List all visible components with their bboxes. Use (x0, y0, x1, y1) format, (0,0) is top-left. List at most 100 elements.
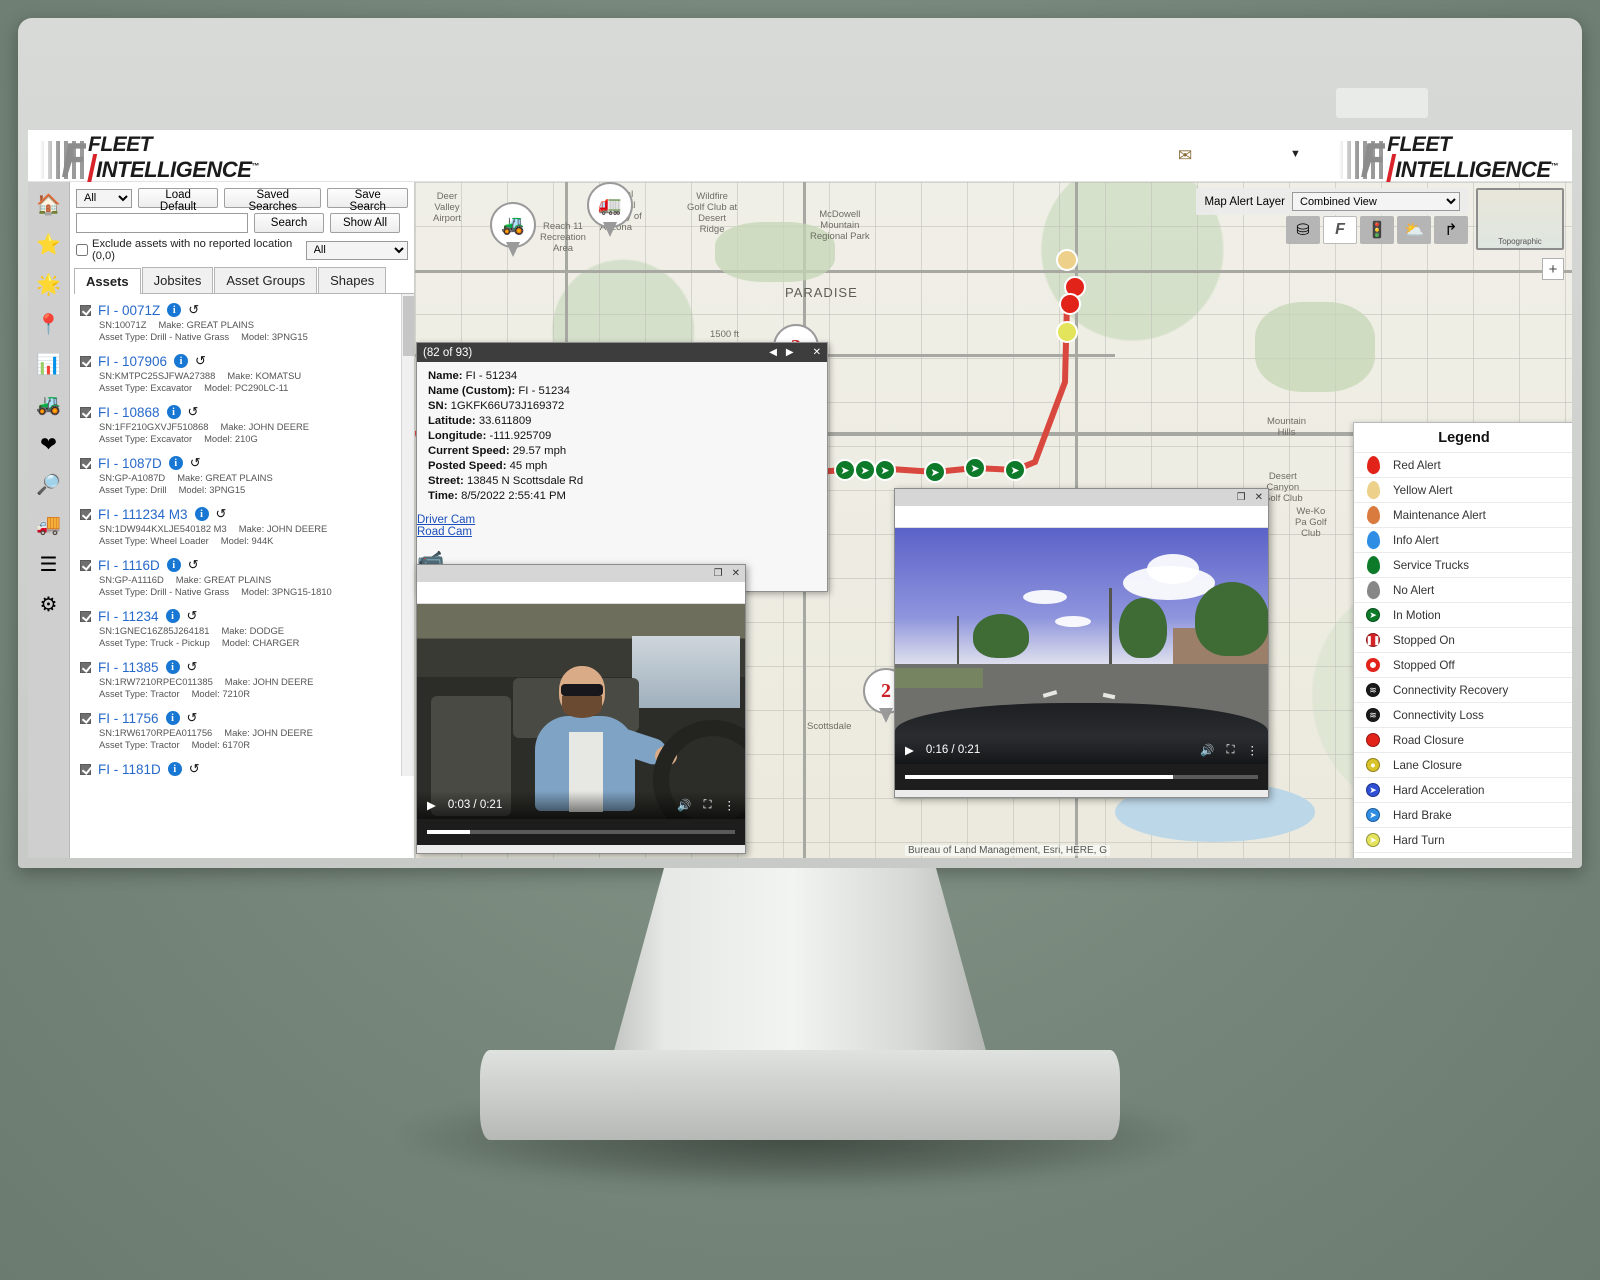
direction-arrow-marker[interactable]: ➤ (874, 459, 896, 481)
list-item[interactable]: FI - 0071Z i ↺ SN:10071Z Make: GREAT PLAINS A… (80, 302, 414, 342)
asset-list-scrollbar[interactable] (401, 294, 414, 776)
tab-jobsites[interactable]: Jobsites (141, 267, 214, 293)
driver-cam-restore-button[interactable]: ❐ (714, 568, 723, 579)
driver-cam-track[interactable] (427, 830, 735, 834)
history-icon[interactable]: ↺ (187, 608, 198, 624)
history-icon[interactable]: ↺ (187, 710, 198, 726)
exclude-no-location-checkbox[interactable] (76, 244, 88, 256)
road-cam-more-icon[interactable]: ⋮ (1247, 743, 1259, 757)
asset-name-link[interactable]: FI - 111234 M3 (98, 507, 188, 522)
envelope-icon[interactable]: ✉ (1178, 146, 1192, 166)
road-cam-close-button[interactable]: ✕ (1255, 492, 1263, 503)
list-item[interactable]: FI - 11385 i ↺ SN:1RW7210RPEC011385 Make: JO… (80, 659, 414, 699)
map-zoom-in-button[interactable]: + (1542, 258, 1564, 280)
map-alert-layer-select[interactable]: Combined View (1292, 192, 1460, 211)
driver-cam-play-button[interactable]: ▶ (427, 798, 436, 812)
direction-arrow-marker[interactable]: ➤ (924, 461, 946, 483)
list-item[interactable]: FI - 11234 i ↺ SN:1GNEC16Z85J264181 Make: DO… (80, 608, 414, 648)
asset-checkbox[interactable] (80, 457, 91, 469)
report-icon[interactable]: 📊 (35, 350, 63, 378)
asset-checkbox[interactable] (80, 304, 91, 316)
driver-cam-video[interactable]: ▶ 0:03 / 0:21 🔊 ⛶ ⋮ (417, 604, 745, 819)
bulldozer-icon[interactable]: 🚜 (35, 390, 63, 418)
info-icon[interactable]: i (165, 609, 180, 623)
history-icon[interactable]: ↺ (189, 761, 200, 776)
info-icon[interactable]: i (166, 405, 181, 419)
home-icon[interactable]: 🏠 (35, 190, 63, 218)
road-cam-controls[interactable]: ▶ 0:16 / 0:21 🔊 ⛶ ⋮ (895, 736, 1268, 764)
asset-checkbox[interactable] (80, 559, 91, 571)
driver-cam-close-button[interactable]: ✕ (732, 568, 740, 579)
driver-cam-volume-icon[interactable]: 🔊 (677, 798, 691, 812)
popup-prev-button[interactable]: ◀ (769, 347, 777, 358)
tab-shapes[interactable]: Shapes (318, 267, 387, 293)
asset-name-link[interactable]: FI - 1181D (98, 762, 161, 777)
heart-health-icon[interactable]: ❤ (35, 430, 63, 458)
road-cam-link[interactable]: Road Cam (417, 526, 827, 538)
history-icon[interactable]: ↺ (188, 302, 199, 318)
location-filter-select[interactable]: All (305, 240, 408, 260)
save-search-button[interactable]: Save Search (327, 188, 408, 213)
list-item[interactable]: FI - 1087D i ↺ SN:GP-A1087D Make: GREAT PLAI… (80, 455, 414, 495)
list-item[interactable]: FI - 111234 M3 i ↺ SN:1DW944KXLJE540182 M3 M… (80, 506, 414, 546)
history-icon[interactable]: ↺ (188, 404, 199, 420)
star-list-icon[interactable]: 🌟 (35, 270, 63, 298)
road-cam-progress-bar[interactable] (895, 764, 1268, 790)
event-marker[interactable] (1059, 293, 1081, 315)
event-marker[interactable] (1056, 249, 1078, 271)
info-icon[interactable]: i (168, 456, 183, 470)
asset-name-link[interactable]: FI - 11756 (98, 711, 159, 726)
star-add-icon[interactable]: ⭐ (35, 230, 63, 258)
asset-checkbox[interactable] (80, 508, 91, 520)
asset-name-link[interactable]: FI - 10868 (98, 405, 160, 420)
asset-checkbox[interactable] (80, 712, 91, 724)
road-cam-volume-icon[interactable]: 🔊 (1200, 743, 1214, 757)
vehicle-search-icon[interactable]: 🔎 (35, 470, 63, 498)
direction-arrow-marker[interactable]: ➤ (964, 457, 986, 479)
route-icon[interactable]: ↱ (1434, 216, 1468, 244)
fleet-logo-icon[interactable]: F (1323, 216, 1357, 244)
driver-cam-controls[interactable]: ▶ 0:03 / 0:21 🔊 ⛶ ⋮ (417, 791, 745, 819)
map-layers-icon[interactable]: ⛁ (1286, 216, 1320, 244)
tab-asset-groups[interactable]: Asset Groups (214, 267, 318, 293)
settings-gear-icon[interactable]: ⚙ (35, 590, 63, 618)
location-pin-icon[interactable]: 📍 (35, 310, 63, 338)
history-icon[interactable]: ↺ (187, 659, 198, 675)
list-item[interactable]: FI - 10868 i ↺ SN:1FF210GXVJF510868 Make: JO… (80, 404, 414, 444)
list-item[interactable]: FI - 1116D i ↺ SN:GP-A1116D Make: GREAT PLAI… (80, 557, 414, 597)
info-icon[interactable]: i (194, 507, 209, 521)
asset-checkbox[interactable] (80, 763, 91, 775)
asset-name-link[interactable]: FI - 11234 (98, 609, 159, 624)
driver-cam-link[interactable]: Driver Cam (417, 514, 827, 526)
search-input[interactable] (76, 213, 248, 233)
info-icon[interactable]: i (165, 711, 180, 725)
direction-arrow-marker[interactable]: ➤ (854, 459, 876, 481)
filter-select[interactable]: All (76, 188, 133, 208)
tab-assets[interactable]: Assets (74, 268, 141, 294)
info-icon[interactable]: i (174, 354, 189, 368)
asset-checkbox[interactable] (80, 355, 91, 367)
info-icon[interactable]: i (167, 303, 182, 317)
driver-cam-fullscreen-icon[interactable]: ⛶ (703, 799, 711, 812)
asset-checkbox[interactable] (80, 661, 91, 673)
asset-checkbox[interactable] (80, 610, 91, 622)
info-icon[interactable]: i (166, 558, 181, 572)
show-all-button[interactable]: Show All (330, 213, 400, 233)
asset-name-link[interactable]: FI - 1116D (98, 558, 160, 573)
driver-cam-more-icon[interactable]: ⋮ (724, 798, 736, 812)
asset-name-link[interactable]: FI - 107906 (98, 354, 167, 369)
asset-name-link[interactable]: FI - 1087D (98, 456, 162, 471)
history-icon[interactable]: ↺ (195, 353, 206, 369)
history-icon[interactable]: ↺ (188, 557, 199, 573)
event-marker[interactable] (1056, 321, 1078, 343)
asset-checkbox[interactable] (80, 406, 91, 418)
popup-next-button[interactable]: ▶ (786, 347, 794, 358)
scrollbar-thumb[interactable] (403, 296, 414, 356)
asset-name-link[interactable]: FI - 0071Z (98, 303, 160, 318)
list-item[interactable]: FI - 11756 i ↺ SN:1RW6170RPEA011756 Make: JO… (80, 710, 414, 750)
road-cam-fullscreen-icon[interactable]: ⛶ (1226, 744, 1234, 757)
info-icon[interactable]: i (165, 660, 180, 674)
asset-list[interactable]: FI - 0071Z i ↺ SN:10071Z Make: GREAT PLAINS A… (70, 294, 414, 776)
minimap-overview[interactable]: Topographic (1476, 188, 1564, 250)
traffic-light-icon[interactable]: 🚦 (1360, 216, 1394, 244)
